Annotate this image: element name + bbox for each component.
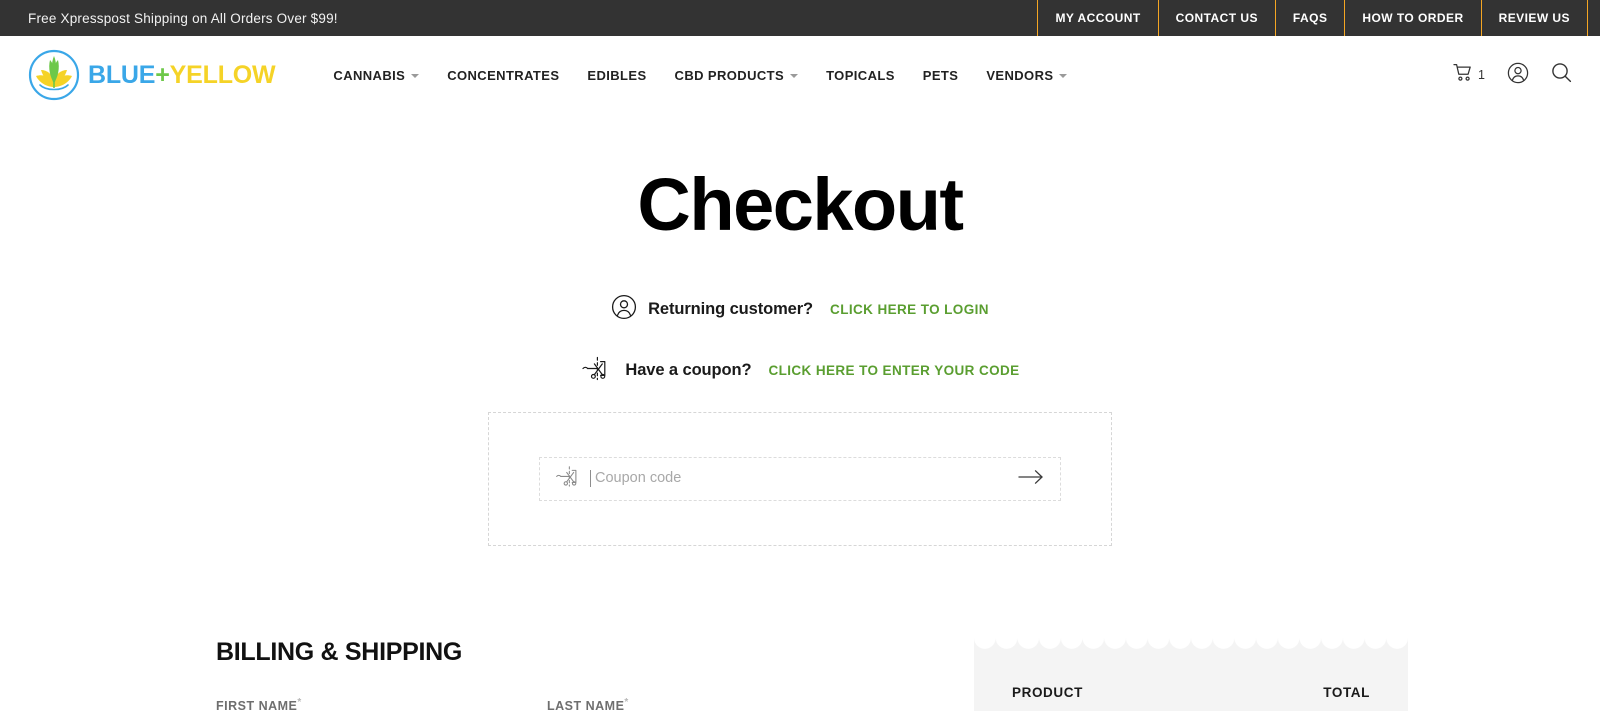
nav-label-cbd-products: CBD PRODUCTS [674,67,785,83]
billing-shipping-section: BILLING & SHIPPING FIRST NAME* LAST NAME… [216,638,906,711]
order-summary-col-total: TOTAL [1323,684,1370,700]
returning-customer-notice: Returning customer? CLICK HERE TO LOGIN [0,294,1600,325]
required-marker: * [297,696,302,708]
name-fields-row: FIRST NAME* LAST NAME* [216,697,906,711]
chevron-down-icon [790,74,799,78]
nav-item-edibles[interactable]: EDIBLES [573,68,660,83]
login-link[interactable]: CLICK HERE TO LOGIN [830,302,989,317]
chevron-down-icon [1059,74,1068,78]
coupon-notice: Have a coupon? CLICK HERE TO ENTER YOUR … [0,351,1600,390]
site-header: BLUE+YELLOW CANNABIS CONCENTRATES EDIBLE… [0,36,1600,114]
required-marker: * [624,696,629,708]
last-name-label: LAST NAME* [547,697,852,711]
logo-wordmark: BLUE+YELLOW [88,60,276,89]
order-summary-header-row: PRODUCT TOTAL [1012,685,1370,711]
last-name-field-group: LAST NAME* [547,697,852,711]
announcement-bar: Free Xpresspost Shipping on All Orders O… [0,0,1600,36]
main-nav: CANNABIS CONCENTRATES EDIBLES CBD PRODUC… [319,68,1081,83]
coupon-scissors-icon [554,461,584,496]
arrow-right-icon [1018,469,1044,488]
cart-button[interactable]: 1 [1453,63,1485,87]
topnav-item-review-us[interactable]: REVIEW US [1480,0,1587,36]
topnav-spacer [1588,0,1600,36]
enter-coupon-link[interactable]: CLICK HERE TO ENTER YOUR CODE [768,363,1019,378]
site-logo[interactable]: BLUE+YELLOW [28,49,276,101]
logo-word-yellow: YELLOW [169,60,276,89]
apply-coupon-button[interactable] [1018,469,1044,488]
coupon-form-panel [488,411,1112,546]
billing-section-title: BILLING & SHIPPING [216,637,463,666]
checkout-lower-section: BILLING & SHIPPING FIRST NAME* LAST NAME… [0,637,1600,711]
nav-item-pets[interactable]: PETS [909,68,973,83]
returning-customer-text: Returning customer? [648,299,814,318]
topnav-item-contact-us[interactable]: CONTACT US [1157,0,1275,36]
order-summary-panel: PRODUCT TOTAL [974,637,1408,711]
coupon-scissors-icon [580,351,614,390]
page-title: Checkout [637,163,964,246]
topnav-item-how-to-order[interactable]: HOW TO ORDER [1344,0,1480,36]
order-summary-body: PRODUCT TOTAL [974,650,1408,711]
topnav-item-my-account[interactable]: MY ACCOUNT [1037,0,1157,36]
cart-count-badge: 1 [1478,68,1485,82]
nav-label-pets: PETS [922,67,959,83]
chevron-down-icon [411,74,420,78]
nav-item-cbd-products[interactable]: CBD PRODUCTS [661,68,813,83]
user-account-icon [611,294,637,325]
checkout-page: Checkout Returning customer? CLICK HERE … [0,114,1600,711]
coupon-notice-text: Have a coupon? [625,360,752,379]
nav-item-cannabis[interactable]: CANNABIS [319,68,433,83]
first-name-label-text: FIRST NAME [216,698,298,711]
header-actions: 1 [1453,62,1572,89]
order-summary-col-product: PRODUCT [1012,684,1083,700]
receipt-scallop-edge [974,637,1408,652]
utility-nav: MY ACCOUNT CONTACT US FAQS HOW TO ORDER … [1037,0,1600,36]
user-account-icon [1507,62,1529,89]
first-name-field-group: FIRST NAME* [216,697,521,711]
cannabis-leaf-logo-icon [28,49,80,101]
shopping-cart-icon [1453,63,1474,87]
nav-label-vendors: VENDORS [986,67,1054,83]
announcement-message: Free Xpresspost Shipping on All Orders O… [28,10,338,26]
logo-plus: + [155,60,170,89]
coupon-form [539,456,1061,501]
nav-label-edibles: EDIBLES [587,67,647,83]
search-icon [1551,62,1572,88]
first-name-label: FIRST NAME* [216,697,521,711]
nav-item-topicals[interactable]: TOPICALS [812,68,909,83]
account-button[interactable] [1507,62,1529,89]
nav-label-topicals: TOPICALS [826,67,895,83]
nav-label-cannabis: CANNABIS [333,67,406,83]
logo-word-blue: BLUE [88,60,156,89]
topnav-item-faqs[interactable]: FAQS [1274,0,1344,36]
nav-item-concentrates[interactable]: CONCENTRATES [433,68,573,83]
search-button[interactable] [1551,62,1572,88]
last-name-label-text: LAST NAME [547,698,625,711]
coupon-code-input[interactable] [590,470,1018,488]
nav-label-concentrates: CONCENTRATES [447,67,560,83]
nav-item-vendors[interactable]: VENDORS [972,68,1081,83]
